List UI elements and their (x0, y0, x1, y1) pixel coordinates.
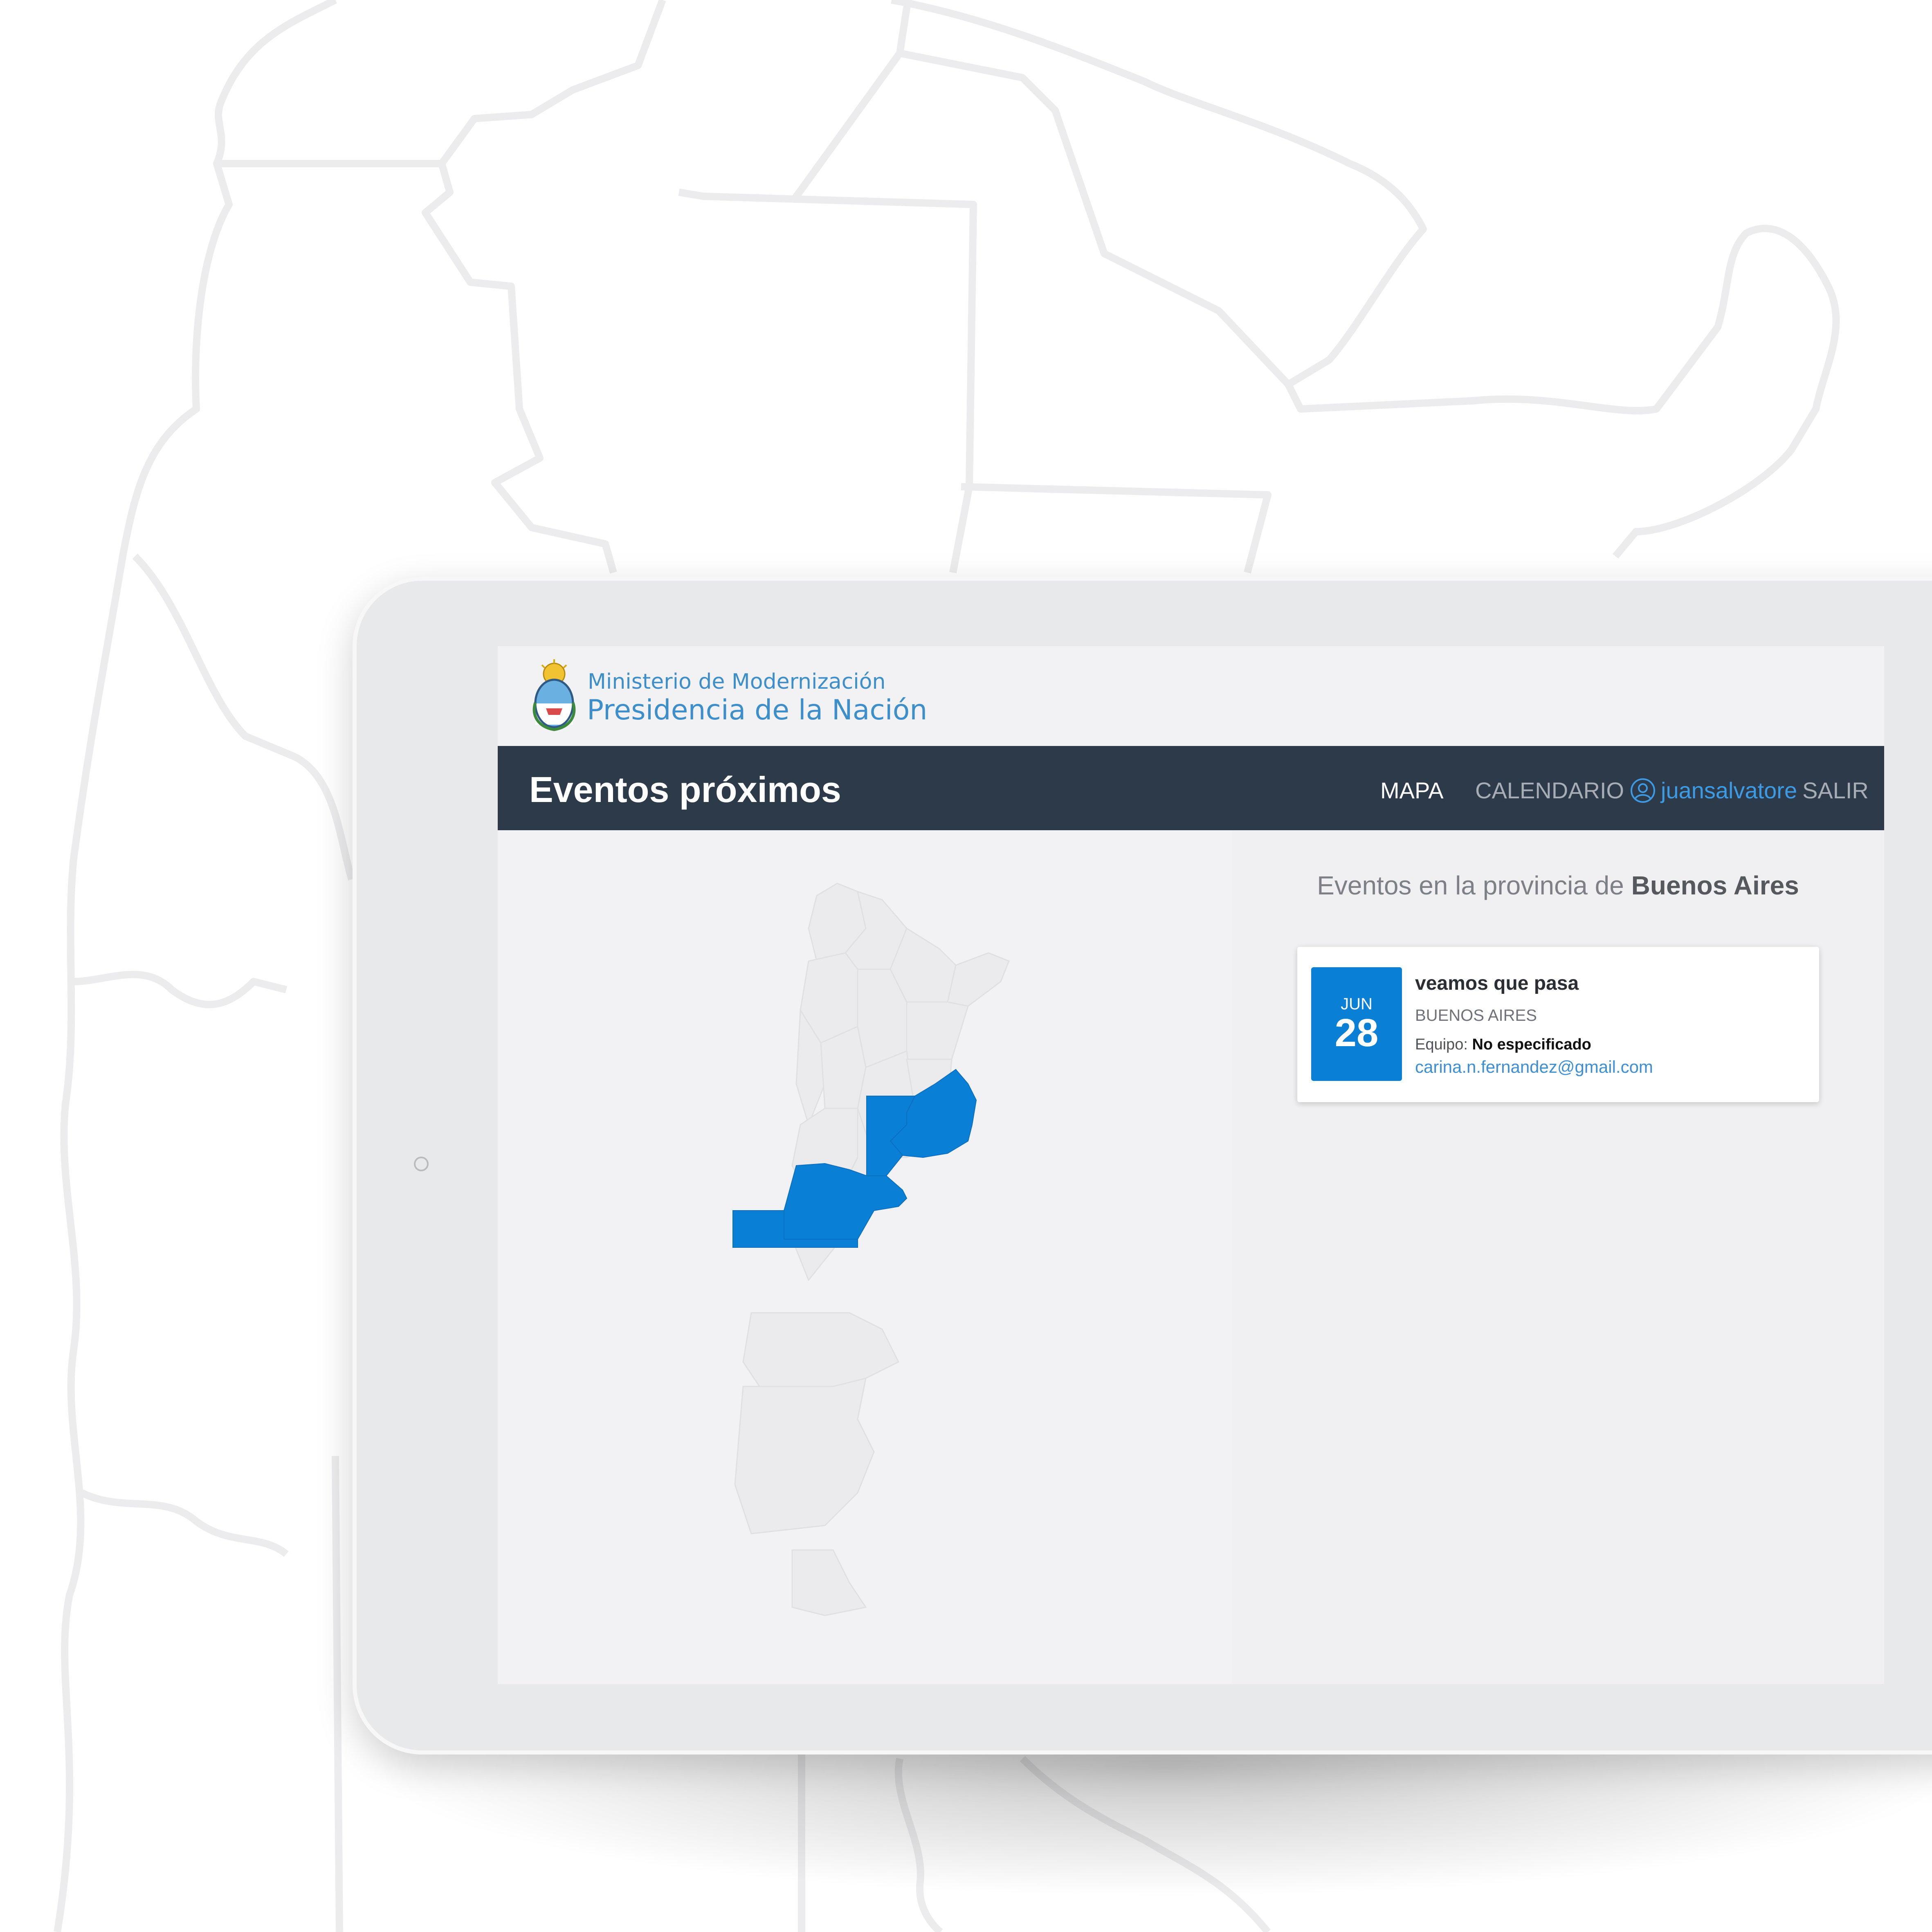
presidency-name: Presidencia de la Nación (587, 694, 928, 726)
events-heading-province: Buenos Aires (1631, 871, 1799, 900)
map-panel (498, 830, 1232, 1684)
app-screen: Ministerio de Modernización Presidencia … (498, 646, 1884, 1684)
page-title: Eventos próximos (529, 769, 841, 810)
tablet-shadow (368, 1734, 1932, 1898)
province-corrientes[interactable] (906, 1001, 969, 1060)
event-date-badge: JUN 28 (1311, 967, 1402, 1081)
province-santa-cruz[interactable] (734, 1377, 875, 1534)
nav-user-profile[interactable]: juansalvatore (1630, 777, 1797, 804)
events-heading: Eventos en la provincia de Buenos Aires (1232, 870, 1884, 901)
event-province: BUENOS AIRES (1415, 1006, 1537, 1024)
events-heading-prefix: Eventos en la provincia de (1317, 871, 1624, 900)
event-title: veamos que pasa (1415, 973, 1579, 994)
event-team-label: Equipo: (1415, 1036, 1468, 1053)
ministry-name: Ministerio de Modernización (588, 669, 886, 694)
nav-link-calendario[interactable]: CALENDARIO (1475, 777, 1624, 804)
user-circle-icon (1631, 778, 1655, 803)
argentina-map (732, 883, 1010, 1616)
province-chubut[interactable] (742, 1312, 900, 1387)
province-la-pampa[interactable] (784, 1163, 908, 1240)
province-misiones[interactable] (947, 952, 1010, 1007)
event-team: Equipo: No especificado (1415, 1036, 1591, 1054)
nav-link-salir[interactable]: SALIR (1802, 777, 1869, 804)
coat-of-arms-icon (532, 659, 576, 731)
camera-icon (414, 1157, 429, 1171)
event-team-value: No especificado (1472, 1036, 1591, 1053)
province-tierra-del-fuego[interactable] (791, 1549, 867, 1616)
nav-link-mapa[interactable]: MAPA (1380, 777, 1444, 804)
events-panel: Eventos en la provincia de Buenos Aires … (1232, 830, 1884, 1684)
username-label: juansalvatore (1661, 777, 1797, 803)
event-email-link[interactable]: carina.n.fernandez@gmail.com (1415, 1057, 1653, 1077)
navbar: Eventos próximos MAPA CALENDARIO juansal… (498, 746, 1884, 830)
brand-header: Ministerio de Modernización Presidencia … (498, 646, 1884, 746)
event-card[interactable]: JUN 28 veamos que pasa BUENOS AIRES Equi… (1297, 947, 1819, 1102)
event-day: 28 (1334, 1011, 1379, 1055)
